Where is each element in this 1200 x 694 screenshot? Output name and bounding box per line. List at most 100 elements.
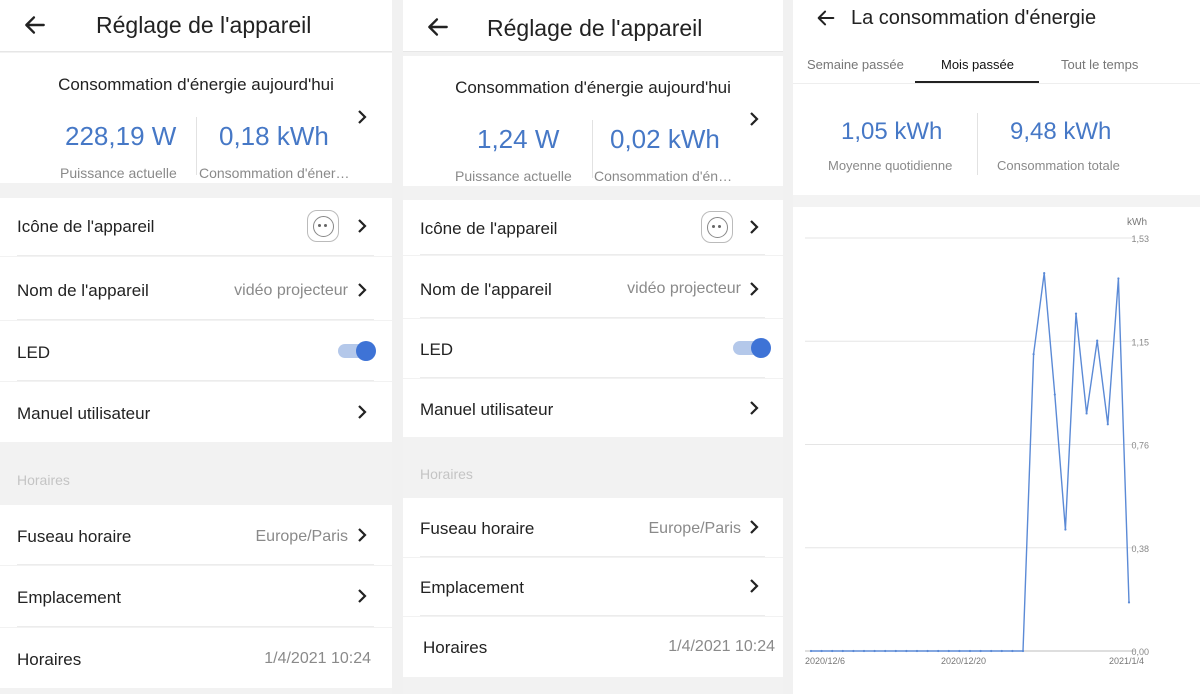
energy-title: Consommation d'énergie aujourd'hui — [58, 75, 334, 94]
consumption-value: 0,18 kWh — [219, 121, 329, 151]
spacer — [793, 195, 1200, 207]
divider — [17, 626, 374, 627]
location-row[interactable]: Emplacement — [403, 558, 783, 616]
data-point — [905, 649, 908, 653]
data-point — [873, 649, 876, 653]
data-point — [1000, 649, 1003, 653]
total-consumption-value: 9,48 kWh — [1010, 118, 1112, 145]
divider — [420, 254, 765, 255]
timezone-label: Fuseau horaire — [17, 527, 132, 546]
divider — [196, 117, 197, 175]
data-point — [968, 649, 972, 653]
device-name-label: Nom de l'appareil — [420, 280, 552, 299]
x-tick-label: 2020/12/20 — [941, 656, 986, 666]
back-arrow-icon[interactable] — [425, 14, 451, 40]
device-name-value: vidéo projecteur — [627, 280, 741, 297]
data-point — [958, 649, 961, 653]
data-point — [1053, 393, 1056, 396]
back-arrow-icon[interactable] — [22, 12, 48, 38]
total-consumption-label: Consommation totale — [997, 158, 1120, 173]
tab-all-time[interactable]: Tout le temps — [1061, 57, 1138, 72]
chevron-right-icon — [750, 579, 759, 593]
data-point — [990, 649, 993, 653]
schedules-row[interactable]: Horaires 1/4/2021 10:24 — [403, 617, 783, 677]
timezone-row[interactable]: Fuseau horaire Europe/Paris — [0, 505, 392, 565]
divider — [420, 556, 765, 557]
energy-today-card[interactable]: Consommation d'énergie aujourd'hui 1,24 … — [403, 56, 783, 186]
schedules-label: Horaires — [423, 638, 488, 657]
page-title: Réglage de l'appareil — [96, 12, 312, 38]
data-point — [1032, 352, 1035, 356]
timezone-row[interactable]: Fuseau horaire Europe/Paris — [403, 498, 783, 557]
data-point — [1127, 601, 1131, 604]
data-point — [937, 649, 940, 653]
user-manual-label: Manuel utilisateur — [17, 404, 151, 423]
chevron-right-icon — [358, 219, 367, 233]
timezone-value: Europe/Paris — [648, 520, 742, 537]
y-tick-label: 1,15 — [1131, 337, 1149, 347]
energy-title: Consommation d'énergie aujourd'hui — [455, 78, 731, 97]
consumption-label: Consommation d'én… — [594, 168, 733, 184]
chevron-right-icon — [358, 283, 367, 297]
y-axis-unit: kWh — [1127, 217, 1147, 228]
data-point — [926, 649, 929, 653]
schedules-row[interactable]: Horaires 1/4/2021 10:24 — [0, 628, 392, 688]
led-toggle[interactable] — [733, 338, 771, 358]
page-title: La consommation d'énergie — [851, 7, 1097, 29]
tab-last-week[interactable]: Semaine passée — [807, 57, 904, 72]
data-point — [979, 649, 982, 653]
plug-icon — [307, 210, 339, 242]
back-arrow-icon[interactable] — [815, 7, 837, 29]
device-name-value: vidéo projecteur — [234, 282, 348, 299]
schedules-value: 1/4/2021 10:24 — [668, 638, 775, 655]
consumption-value: 0,02 kWh — [610, 124, 720, 154]
device-name-label: Nom de l'appareil — [17, 281, 149, 300]
header: Réglage de l'appareil — [0, 0, 392, 52]
data-point — [1011, 649, 1014, 653]
y-tick-label: 1,53 — [1131, 234, 1149, 244]
device-name-row[interactable]: Nom de l'appareil vidéo projecteur — [403, 256, 783, 318]
location-label: Emplacement — [17, 588, 121, 607]
device-icon-row[interactable]: Icône de l'appareil — [403, 200, 783, 255]
header: Réglage de l'appareil — [403, 0, 783, 52]
device-icon-row[interactable]: Icône de l'appareil — [0, 198, 392, 256]
led-row: LED — [403, 319, 783, 378]
divider — [17, 564, 374, 565]
data-point — [1074, 312, 1078, 315]
chevron-right-icon[interactable] — [748, 112, 760, 126]
chevron-right-icon — [750, 220, 759, 234]
current-power-value: 1,24 W — [477, 124, 560, 154]
energy-today-card[interactable]: Consommation d'énergie aujourd'hui 228,1… — [0, 53, 392, 183]
divider — [17, 380, 374, 381]
user-manual-row[interactable]: Manuel utilisateur — [0, 382, 392, 442]
chevron-right-icon — [358, 589, 367, 603]
data-point — [852, 649, 855, 653]
data-point — [947, 649, 950, 653]
data-point — [915, 649, 919, 653]
led-row: LED — [0, 321, 392, 381]
led-label: LED — [420, 340, 454, 359]
divider — [17, 255, 374, 256]
location-row[interactable]: Emplacement — [0, 566, 392, 627]
data-point — [1085, 412, 1088, 415]
led-label: LED — [17, 343, 51, 362]
divider — [977, 113, 978, 175]
user-manual-row[interactable]: Manuel utilisateur — [403, 379, 783, 437]
led-toggle[interactable] — [338, 341, 376, 361]
data-point — [831, 649, 834, 653]
data-point — [894, 649, 897, 653]
chevron-right-icon — [358, 528, 367, 542]
chevron-right-icon — [750, 282, 759, 296]
tab-last-month[interactable]: Mois passée — [941, 57, 1014, 72]
chevron-right-icon[interactable] — [356, 110, 368, 124]
divider — [420, 615, 765, 616]
daily-average-value: 1,05 kWh — [841, 118, 943, 145]
schedules-label: Horaires — [17, 650, 82, 669]
x-tick-label: 2021/1/4 — [1109, 656, 1144, 666]
device-name-row[interactable]: Nom de l'appareil vidéo projecteur — [0, 257, 392, 320]
data-point — [1021, 649, 1025, 653]
data-point — [1064, 528, 1067, 531]
consumption-line-chart: kWh0,000,380,761,151,532020/12/6 2020/12/… — [805, 217, 1149, 666]
consumption-label: Consommation d'éner… — [199, 165, 350, 181]
y-tick-label: 0,76 — [1131, 441, 1149, 451]
